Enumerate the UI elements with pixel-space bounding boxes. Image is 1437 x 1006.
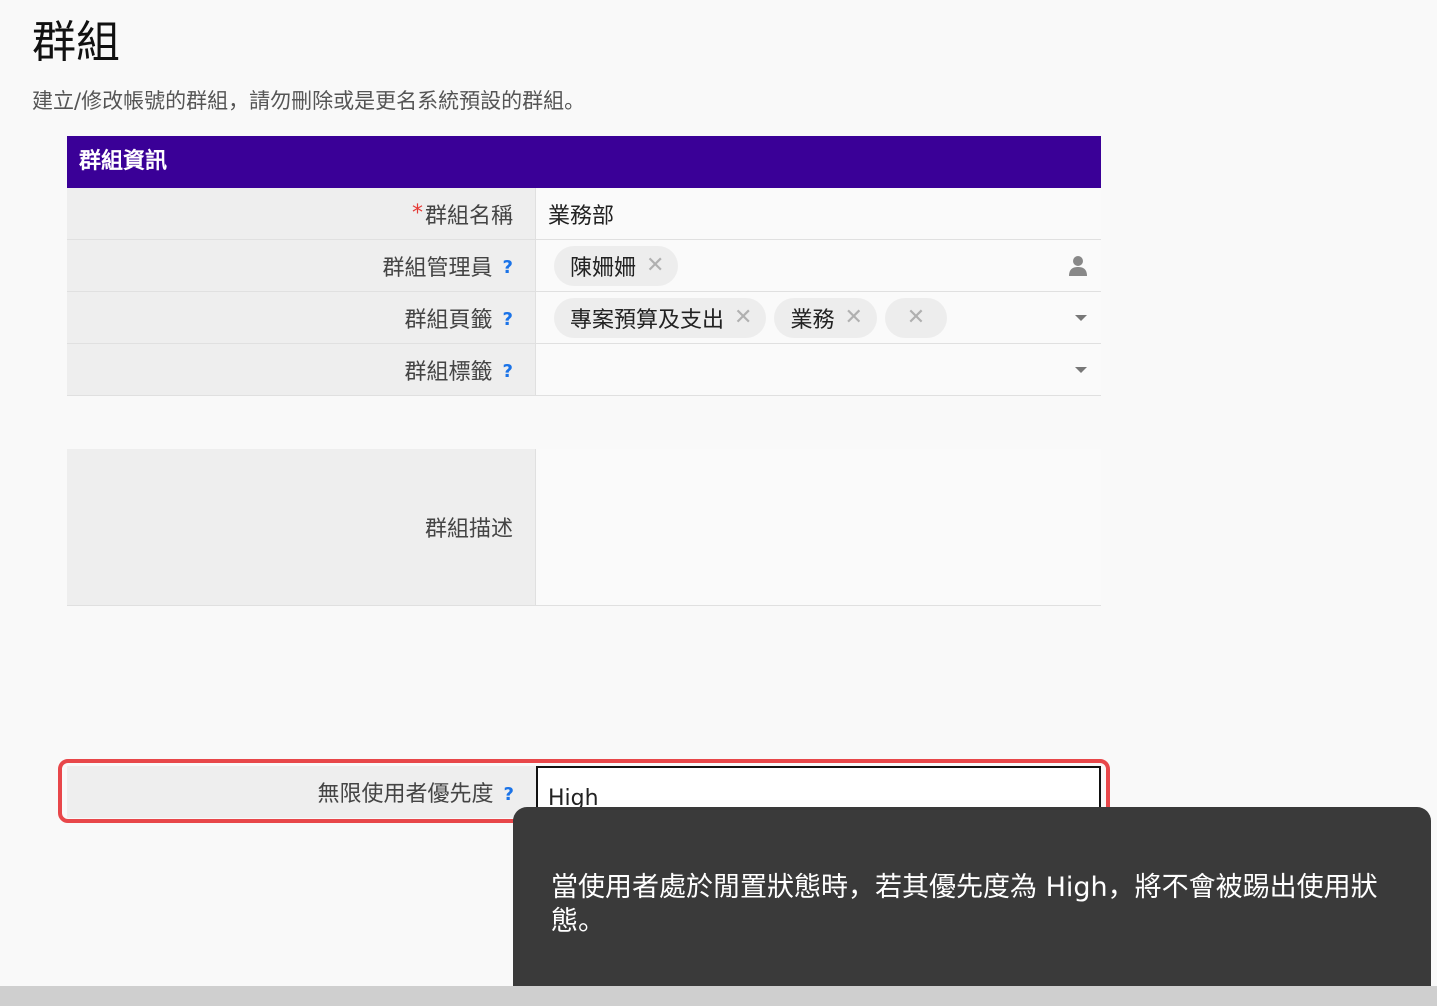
group-name-field[interactable]: 業務部 bbox=[536, 188, 1101, 239]
admin-chip-area: 陳姍姍 ✕ bbox=[548, 245, 1087, 286]
tooltip-text: 當使用者處於閒置狀態時，若其優先度為 High，將不會被踢出使用狀態。 bbox=[551, 872, 1378, 937]
admin-chip: 陳姍姍 ✕ bbox=[554, 245, 679, 286]
page-chip: 專案預算及支出 ✕ bbox=[554, 297, 767, 338]
admin-chip-label: 陳姍姍 bbox=[570, 255, 637, 281]
group-admin-label: 群組管理員 ? bbox=[67, 240, 536, 291]
bottom-bar bbox=[0, 986, 1437, 1006]
group-name-label: * 群組名稱 bbox=[67, 188, 536, 239]
group-tags-field[interactable] bbox=[536, 344, 1101, 395]
help-icon[interactable]: ? bbox=[503, 361, 513, 382]
close-icon[interactable]: ✕ bbox=[734, 306, 752, 329]
close-icon[interactable]: ✕ bbox=[646, 254, 664, 277]
group-pages-label: 群組頁籤 ? bbox=[67, 292, 536, 343]
close-icon[interactable]: ✕ bbox=[907, 306, 925, 329]
group-admin-label-text: 群組管理員 bbox=[382, 255, 493, 281]
group-tags-label: 群組標籤 ? bbox=[67, 344, 536, 395]
group-description-field[interactable] bbox=[536, 449, 1101, 605]
priority-tooltip: 當使用者處於閒置狀態時，若其優先度為 High，將不會被踢出使用狀態。 bbox=[513, 807, 1431, 1000]
user-icon[interactable] bbox=[1069, 255, 1087, 277]
group-tags-row: 群組標籤 ? bbox=[67, 344, 1101, 396]
close-icon[interactable]: ✕ bbox=[844, 306, 862, 329]
group-name-value: 業務部 bbox=[548, 203, 615, 229]
pages-chip-area: 專案預算及支出 ✕ 業務 ✕ ✕ bbox=[548, 297, 1087, 338]
page-chip: ✕ bbox=[884, 297, 947, 338]
page-chip-label: 業務 bbox=[790, 307, 835, 333]
group-tags-label-text: 群組標籤 bbox=[404, 359, 493, 385]
group-admin-field[interactable]: 陳姍姍 ✕ bbox=[536, 240, 1101, 291]
group-description-label: 群組描述 bbox=[67, 449, 536, 605]
required-mark: * bbox=[411, 201, 423, 226]
group-description-row: 群組描述 bbox=[67, 449, 1101, 606]
group-pages-field[interactable]: 專案預算及支出 ✕ 業務 ✕ ✕ bbox=[536, 292, 1101, 343]
help-icon[interactable]: ? bbox=[503, 257, 513, 278]
group-description-label-text: 群組描述 bbox=[424, 517, 513, 542]
page-description: 建立/修改帳號的群組，請勿刪除或是更名系統預設的群組。 bbox=[32, 89, 586, 113]
group-name-label-text: 群組名稱 bbox=[424, 203, 513, 229]
group-info-panel: 群組資訊 * 群組名稱 業務部 群組管理員 ? 陳姍姍 ✕ 群組頁籤 ? 專案預… bbox=[67, 136, 1101, 606]
group-name-row: * 群組名稱 業務部 bbox=[67, 188, 1101, 240]
caret-down-icon[interactable] bbox=[1075, 314, 1087, 321]
group-admin-row: 群組管理員 ? 陳姍姍 ✕ bbox=[67, 240, 1101, 292]
caret-down-icon[interactable] bbox=[1075, 366, 1087, 373]
group-pages-label-text: 群組頁籤 bbox=[404, 307, 493, 333]
page-chip: 業務 ✕ bbox=[774, 297, 877, 338]
help-icon[interactable]: ? bbox=[503, 309, 513, 330]
panel-header: 群組資訊 bbox=[67, 136, 1101, 188]
page-chip-label: 專案預算及支出 bbox=[570, 307, 725, 333]
page-title: 群組 bbox=[32, 17, 120, 68]
group-pages-row: 群組頁籤 ? 專案預算及支出 ✕ 業務 ✕ ✕ bbox=[67, 292, 1101, 344]
